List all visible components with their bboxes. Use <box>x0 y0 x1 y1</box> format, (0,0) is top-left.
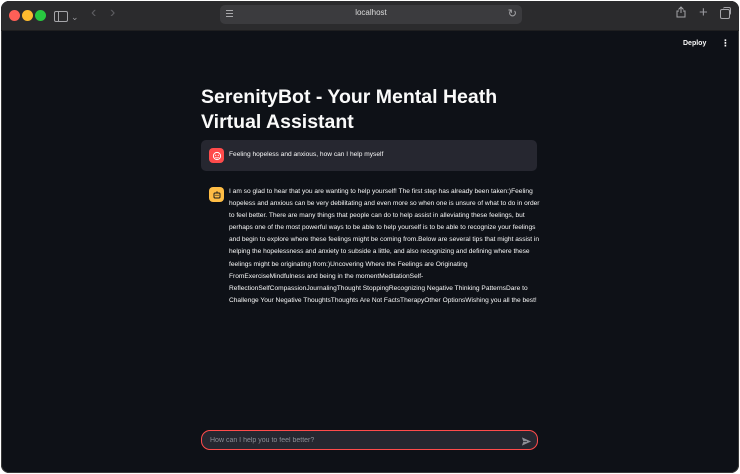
user-message-text: Feeling hopeless and anxious, how can I … <box>229 151 384 158</box>
minimize-window-button[interactable] <box>22 10 33 21</box>
send-icon[interactable] <box>521 434 532 446</box>
back-arrow-icon[interactable]: ‹ <box>91 5 96 21</box>
new-tab-icon[interactable]: + <box>699 5 708 21</box>
maximize-window-button[interactable] <box>35 10 46 21</box>
chat-input[interactable] <box>210 434 510 446</box>
close-window-button[interactable] <box>9 10 20 21</box>
user-message: Feeling hopeless and anxious, how can I … <box>201 140 537 171</box>
share-icon[interactable] <box>676 6 686 22</box>
chat-input-box[interactable] <box>201 430 538 450</box>
forward-arrow-icon[interactable]: › <box>110 5 115 21</box>
address-bar[interactable]: localhost ↻ <box>220 5 522 24</box>
url-text: localhost <box>355 8 387 17</box>
browser-toolbar: ⌄ ‹ › localhost ↻ + <box>1 1 739 31</box>
reload-icon[interactable]: ↻ <box>508 7 517 20</box>
assistant-message-text: I am so glad to hear that you are wantin… <box>229 188 540 304</box>
main-menu-icon[interactable]: ⋮ <box>721 39 730 48</box>
tab-overview-icon[interactable] <box>720 7 731 19</box>
chevron-down-icon[interactable]: ⌄ <box>71 9 79 25</box>
browser-window: ⌄ ‹ › localhost ↻ + Deploy ⋮ SerenityBot… <box>1 1 739 473</box>
user-avatar-icon <box>209 148 224 163</box>
deploy-button[interactable]: Deploy <box>683 40 706 47</box>
bot-avatar-icon <box>209 187 224 202</box>
page-title: SerenityBot - Your Mental Heath Virtual … <box>201 86 498 133</box>
sidebar-toggle-icon[interactable] <box>54 11 68 22</box>
